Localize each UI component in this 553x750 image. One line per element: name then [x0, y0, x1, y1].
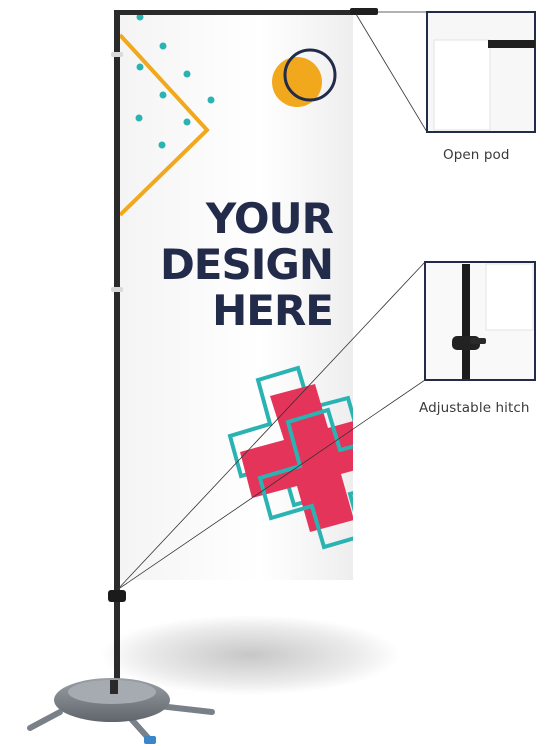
- open-pod-caption: Open pod: [443, 147, 510, 163]
- adjustable-hitch-caption: Adjustable hitch: [419, 400, 530, 416]
- adjustable-hitch-on-pole: [108, 590, 126, 602]
- banner-headline-line-3: HERE: [212, 286, 334, 335]
- open-pod-callout: [426, 11, 536, 133]
- adjustable-hitch-callout: [424, 261, 536, 381]
- banner-headline-line-1: YOUR: [205, 194, 334, 243]
- banner-headline-line-2: DESIGN: [159, 240, 334, 289]
- flag-banner-illustration: [27, 8, 536, 744]
